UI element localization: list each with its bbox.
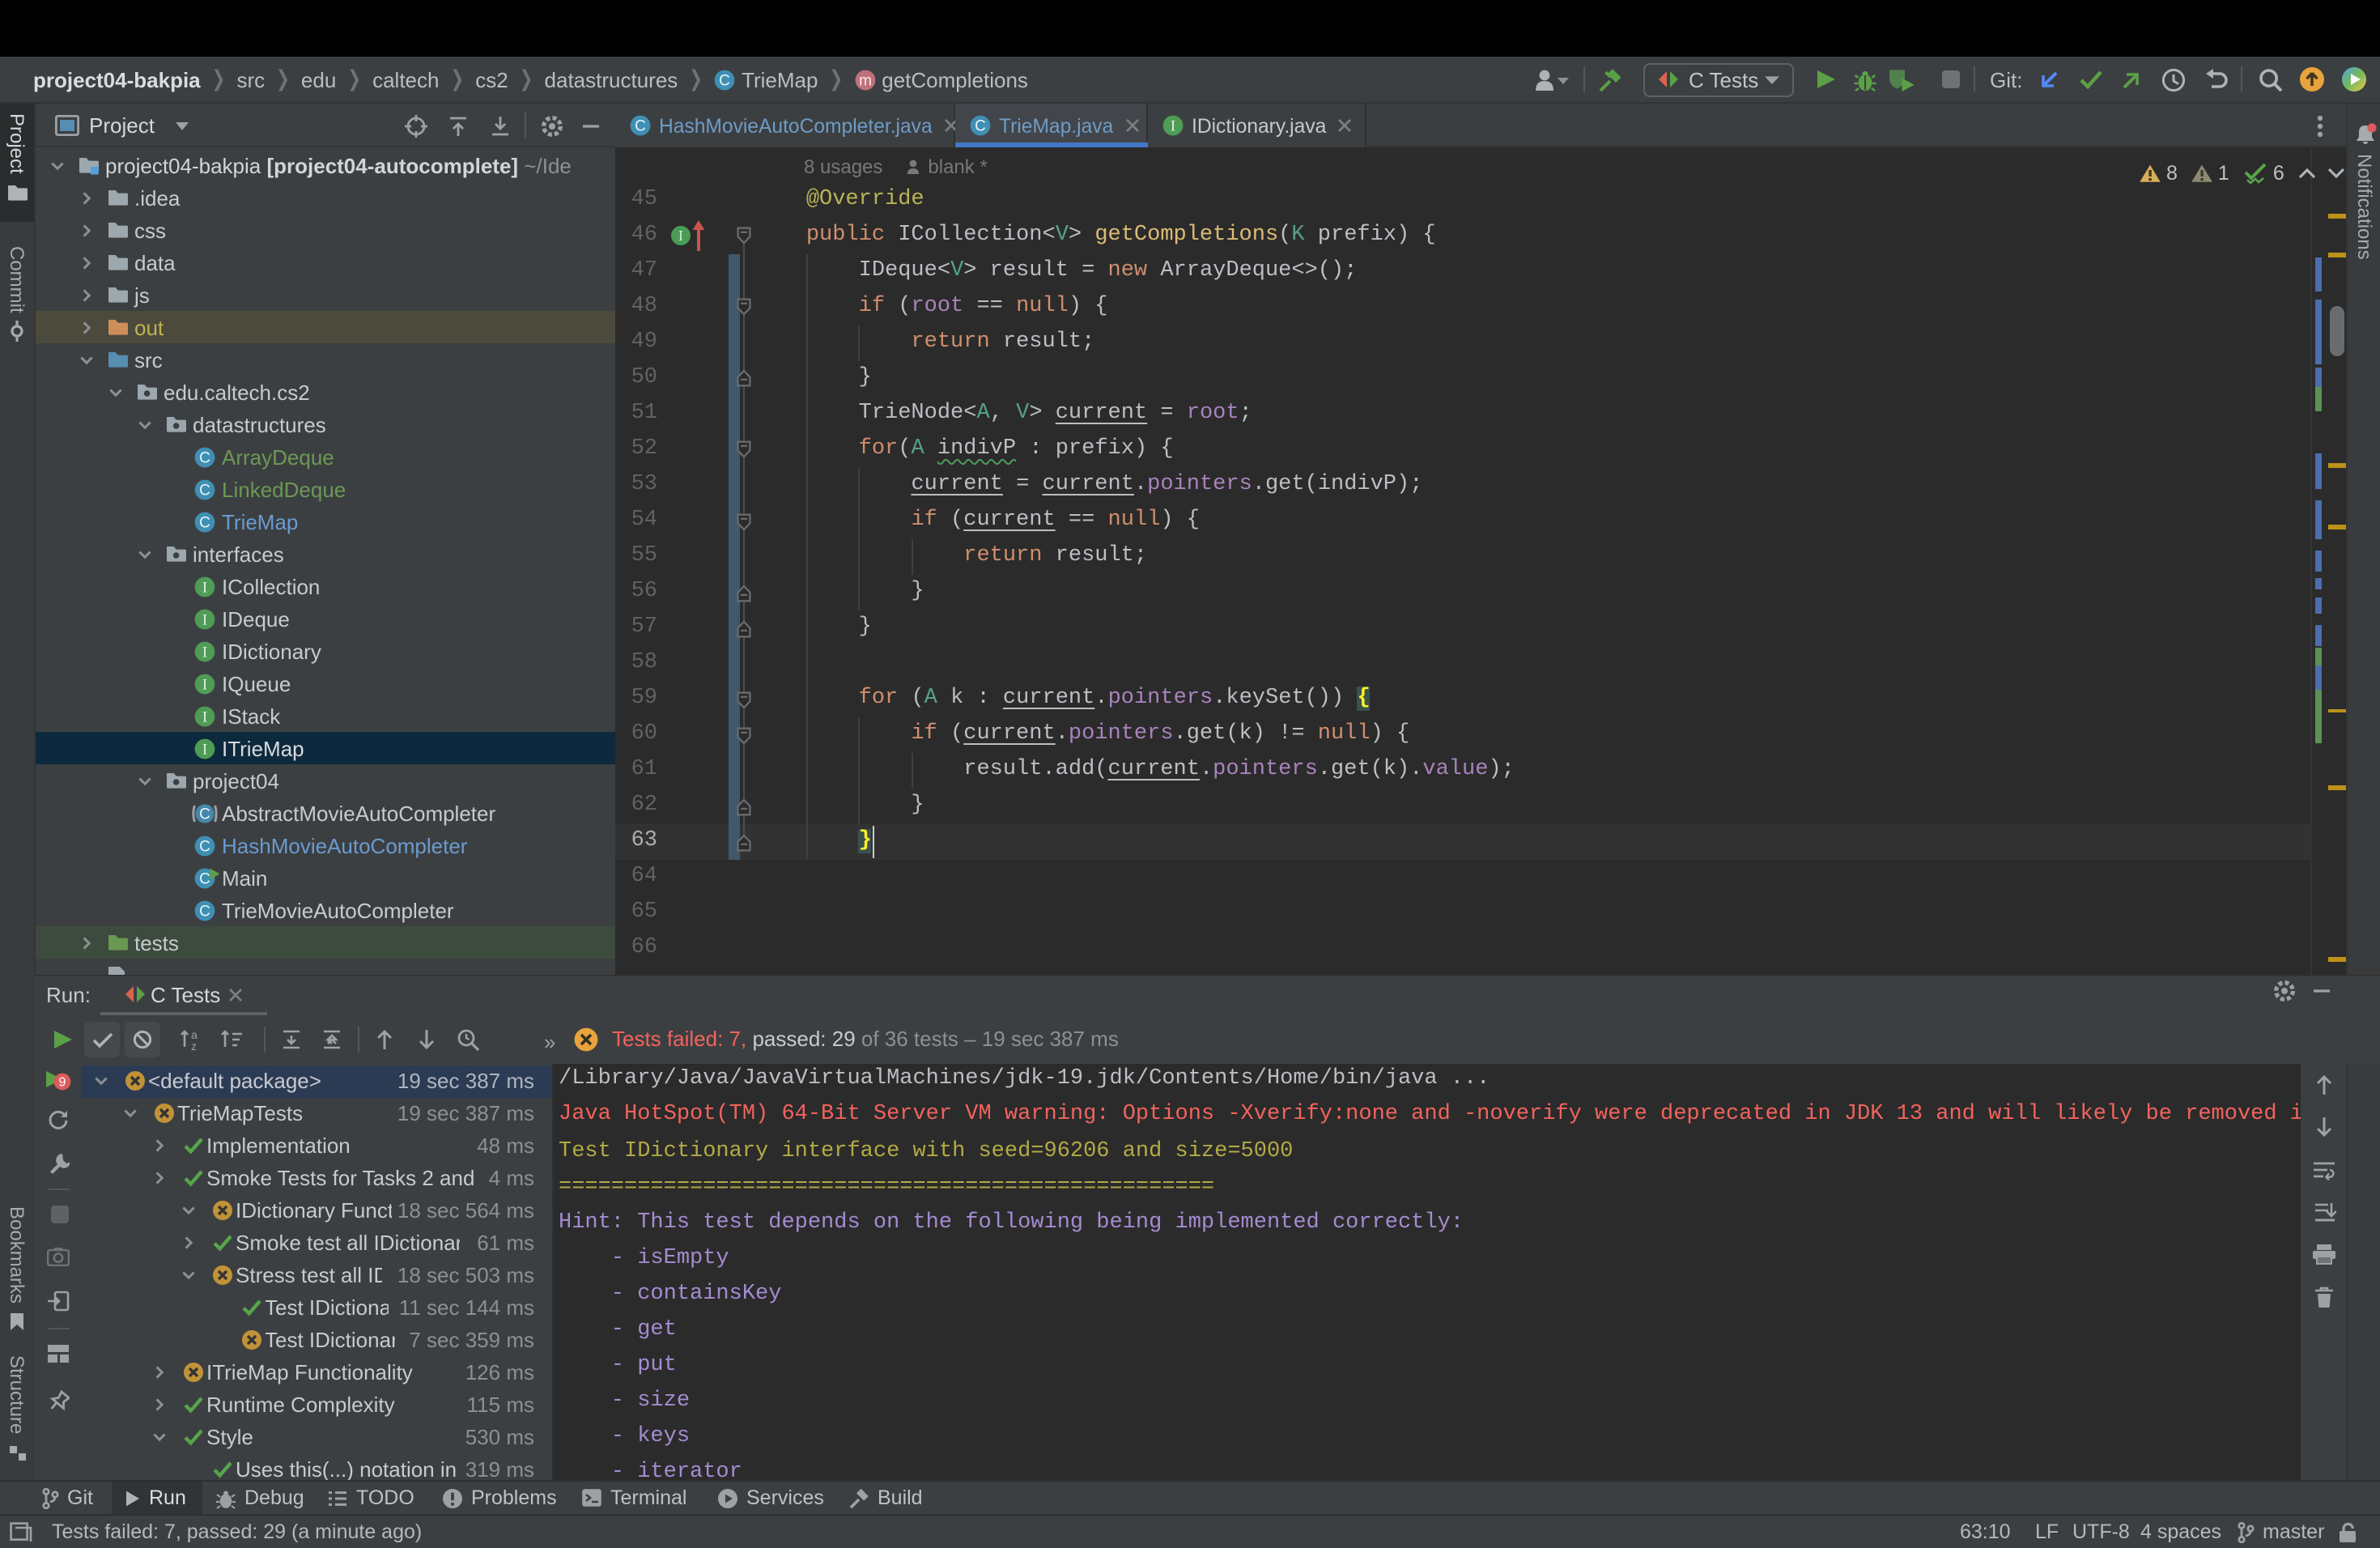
svg-text:I: I — [1171, 118, 1175, 135]
svg-text:I: I — [202, 611, 207, 628]
svg-text:m: m — [858, 72, 871, 89]
svg-text:I: I — [202, 708, 207, 725]
svg-text:C: C — [199, 482, 210, 499]
svg-text:C: C — [199, 449, 210, 466]
svg-text:9: 9 — [59, 1076, 66, 1090]
svg-text:C: C — [719, 72, 730, 89]
svg-text:I: I — [202, 676, 207, 693]
svg-text:I: I — [678, 228, 683, 244]
svg-text:C: C — [975, 118, 986, 135]
svg-text:I: I — [202, 644, 207, 661]
svg-text:C: C — [199, 870, 210, 887]
svg-text:I: I — [202, 741, 207, 758]
svg-text:z: z — [191, 1040, 197, 1051]
svg-text:C: C — [199, 903, 210, 920]
svg-text:I: I — [202, 579, 207, 596]
svg-text:C: C — [199, 514, 210, 531]
svg-text:C: C — [199, 838, 210, 855]
svg-text:C: C — [199, 806, 210, 823]
svg-text:C: C — [635, 118, 646, 135]
